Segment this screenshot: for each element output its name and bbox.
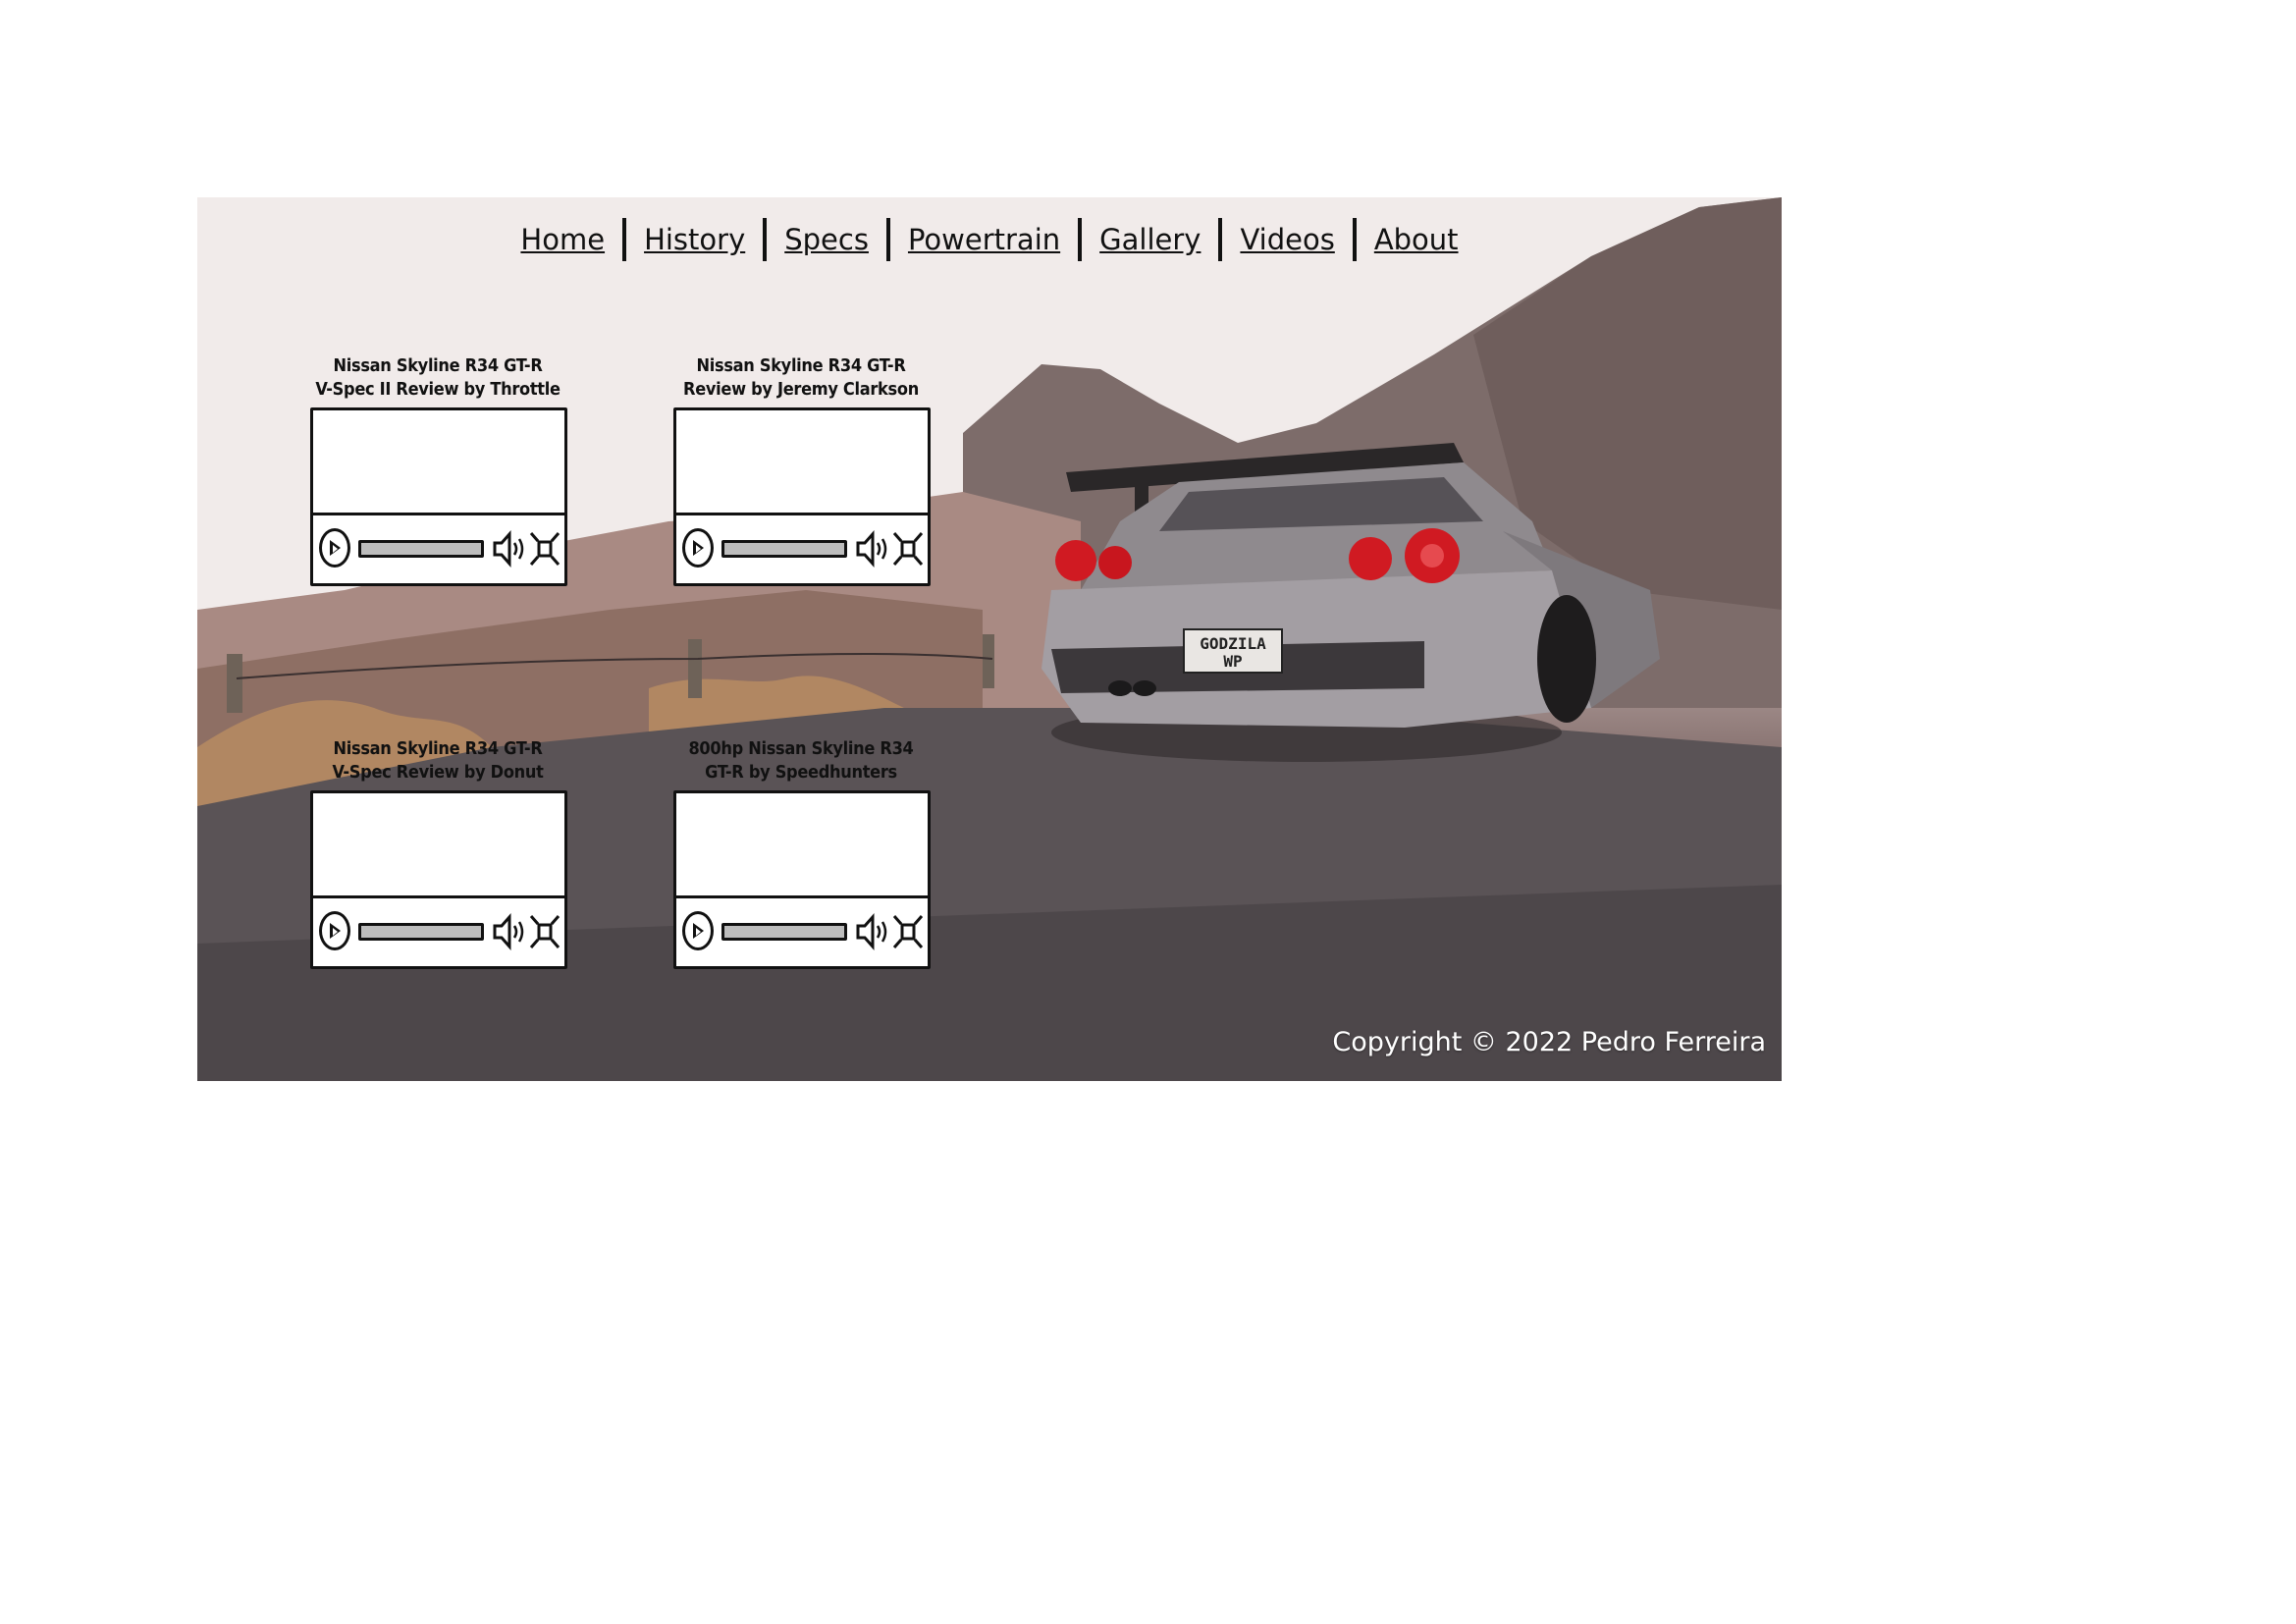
- video-controls: [676, 898, 928, 966]
- fullscreen-icon[interactable]: [529, 529, 561, 568]
- nav-home[interactable]: Home: [503, 225, 622, 254]
- progress-bar[interactable]: [358, 540, 484, 558]
- video-player[interactable]: [310, 790, 567, 969]
- play-icon[interactable]: [682, 528, 714, 568]
- volume-icon[interactable]: [492, 912, 527, 951]
- video-player[interactable]: [673, 790, 931, 969]
- video-player[interactable]: [673, 407, 931, 586]
- plate-line2: WP: [1223, 652, 1242, 671]
- video-screen[interactable]: [313, 793, 564, 898]
- nav-about[interactable]: About: [1357, 225, 1476, 254]
- video-player[interactable]: [310, 407, 567, 586]
- fullscreen-icon[interactable]: [892, 529, 924, 568]
- video-card: Nissan Skyline R34 GT-R V-Spec II Review…: [310, 351, 567, 586]
- progress-bar[interactable]: [721, 540, 847, 558]
- video-title: Nissan Skyline R34 GT-R V-Spec Review by…: [332, 738, 544, 783]
- video-controls: [313, 898, 564, 966]
- video-controls: [676, 515, 928, 583]
- video-card: Nissan Skyline R34 GT-R Review by Jeremy…: [673, 351, 931, 586]
- nav-history[interactable]: History: [626, 225, 763, 254]
- video-screen[interactable]: [676, 793, 928, 898]
- play-icon[interactable]: [319, 911, 350, 950]
- video-screen[interactable]: [676, 410, 928, 515]
- video-screen[interactable]: [313, 410, 564, 515]
- nav-specs[interactable]: Specs: [767, 225, 886, 254]
- hero-background: GODZILA WP Home History Specs Powertrain…: [197, 197, 1782, 1081]
- play-icon[interactable]: [319, 528, 350, 568]
- nav-gallery[interactable]: Gallery: [1082, 225, 1218, 254]
- play-icon[interactable]: [682, 911, 714, 950]
- volume-icon[interactable]: [855, 912, 890, 951]
- main-nav: Home History Specs Powertrain Gallery Vi…: [197, 197, 1782, 282]
- video-title: 800hp Nissan Skyline R34 GT-R by Speedhu…: [688, 738, 914, 783]
- video-title: Nissan Skyline R34 GT-R V-Spec II Review…: [315, 355, 561, 400]
- progress-bar[interactable]: [721, 923, 847, 941]
- video-controls: [313, 515, 564, 583]
- nav-videos[interactable]: Videos: [1222, 225, 1352, 254]
- fullscreen-icon[interactable]: [529, 912, 561, 951]
- video-title: Nissan Skyline R34 GT-R Review by Jeremy…: [683, 355, 919, 400]
- plate-line1: GODZILA: [1200, 634, 1266, 653]
- video-card: 800hp Nissan Skyline R34 GT-R by Speedhu…: [673, 733, 931, 969]
- progress-bar[interactable]: [358, 923, 484, 941]
- fullscreen-icon[interactable]: [892, 912, 924, 951]
- footer-copyright: Copyright © 2022 Pedro Ferreira: [1332, 1027, 1766, 1057]
- video-card: Nissan Skyline R34 GT-R V-Spec Review by…: [310, 733, 567, 969]
- nav-powertrain[interactable]: Powertrain: [890, 225, 1078, 254]
- volume-icon[interactable]: [492, 529, 527, 568]
- volume-icon[interactable]: [855, 529, 890, 568]
